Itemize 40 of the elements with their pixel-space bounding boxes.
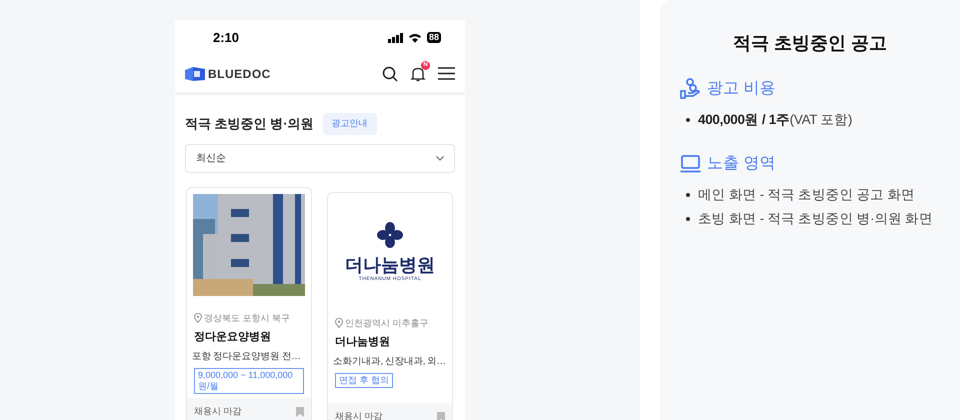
menu-icon[interactable] <box>438 67 455 80</box>
location-pin-icon <box>335 318 343 328</box>
bullet-icon <box>686 193 690 197</box>
chevron-down-icon <box>436 156 444 160</box>
section-heading: 노출 영역 <box>707 154 776 174</box>
card-title: 정다운요양병원 <box>194 330 272 345</box>
logo-text: BLUEDOC <box>208 66 271 82</box>
card-deadline: 채용시 마감 <box>194 404 242 418</box>
card-title: 더나눔병원 <box>335 335 391 350</box>
section-heading: 광고 비용 <box>707 79 776 99</box>
status-time: 2:10 <box>213 28 240 47</box>
job-card[interactable]: 경상북도 포항시 북구 정다운요양병원 포항 정다운요양병원 전… 9,000,000 ~ 11,000,000 원/월 채용시 마감 <box>186 186 312 420</box>
signal-icon <box>388 32 403 42</box>
search-icon[interactable] <box>382 66 398 82</box>
ad-info-button[interactable]: 광고안내 <box>322 113 377 134</box>
panel-title: 적극 초빙중인 공고 <box>732 32 887 55</box>
list-item-text: 메인 화면 - 적극 초빙중인 공고 화면 <box>698 186 915 204</box>
hospital-logo-name: 더나눔병원 <box>345 254 435 276</box>
coin-hand-icon <box>680 78 701 100</box>
bullet-icon <box>686 217 690 221</box>
wifi-icon <box>408 32 422 42</box>
battery-level: 88 <box>426 32 441 43</box>
section-title: 적극 초빙중인 병·의원 <box>185 115 314 133</box>
card-location: 경상북도 포항시 북구 <box>204 312 290 324</box>
sort-dropdown[interactable]: 최신순 <box>185 144 455 172</box>
card-description: 소화기내과, 신장내과, 외… <box>333 354 447 368</box>
card-location: 인천광역시 미추홀구 <box>345 316 429 330</box>
location-pin-icon <box>194 313 202 324</box>
bell-icon[interactable] <box>410 66 426 82</box>
pay-tag: 면접 후 협의 <box>335 372 394 388</box>
card-deadline: 채용시 마감 <box>335 410 383 420</box>
laptop-icon <box>680 155 701 173</box>
bullet-icon <box>686 118 690 122</box>
flower-icon <box>377 222 403 248</box>
card-description: 포항 정다운요양병원 전… <box>192 350 302 362</box>
logo-icon <box>185 66 205 80</box>
list-item-text: 초빙 화면 - 적극 초빙중인 병·의원 화면 <box>698 210 933 228</box>
list-item-text: 400,000원 / 1주(VAT 포함) <box>698 111 852 129</box>
dropdown-value: 최신순 <box>196 152 226 166</box>
pay-tag: 9,000,000 ~ 11,000,000 원/월 <box>194 368 304 394</box>
